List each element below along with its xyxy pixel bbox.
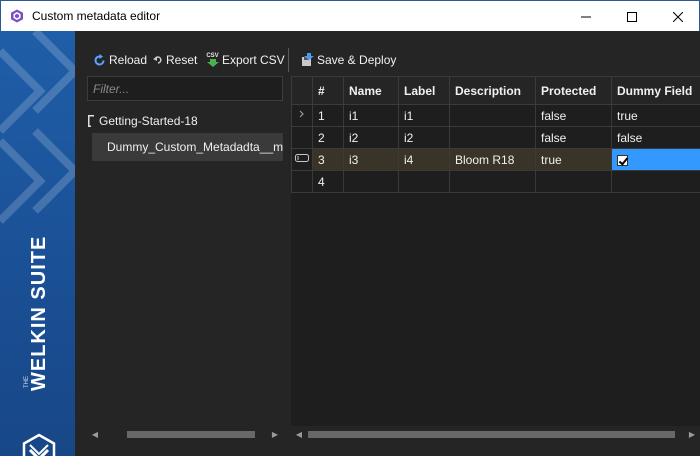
cell-number[interactable]: 4	[312, 170, 344, 193]
cell-number[interactable]: 2	[312, 126, 344, 149]
column-header-dummy-field[interactable]: Dummy Field	[611, 76, 700, 105]
cell-number[interactable]: 3	[312, 148, 344, 171]
edit-row-icon	[295, 154, 309, 162]
save-deploy-icon	[302, 53, 314, 66]
cell-name[interactable]: i2	[343, 126, 399, 149]
toolbar: Reload Reset CSV Export CSV Save & Deplo…	[75, 31, 700, 74]
export-csv-button[interactable]: CSV Export CSV	[206, 49, 285, 71]
maximize-button[interactable]	[609, 1, 655, 32]
org-icon	[88, 115, 94, 127]
reset-button[interactable]: Reset	[153, 49, 197, 71]
filter-input[interactable]	[87, 76, 283, 101]
table-row[interactable]: 1 i1 i1 false true	[291, 104, 700, 127]
metadata-grid: # Name Label Description Protected Dummy…	[291, 76, 700, 426]
records-table: # Name Label Description Protected Dummy…	[291, 76, 700, 193]
column-header-protected[interactable]: Protected	[535, 76, 612, 105]
toolbar-separator	[288, 48, 289, 72]
dummy-field-checkbox[interactable]	[617, 154, 628, 166]
cell-label[interactable]: i2	[398, 126, 450, 149]
row-indicator[interactable]	[291, 170, 313, 193]
scroll-thumb[interactable]	[127, 431, 255, 438]
metadata-tree-panel: Getting-Started-18 Dummy_Custom_Metadadt…	[87, 76, 283, 448]
table-row-editing[interactable]: 3 i3 i4 Bloom R18 true	[291, 148, 700, 171]
cell-dummy-field[interactable]: false	[611, 126, 700, 149]
cell-dummy-field[interactable]: true	[611, 104, 700, 127]
cell-label[interactable]	[398, 170, 450, 193]
row-indicator[interactable]	[291, 104, 313, 127]
csv-export-icon: CSV	[206, 53, 219, 68]
tree-child-label: Dummy_Custom_Metadadta__m	[107, 140, 283, 154]
undo-icon	[153, 56, 162, 64]
cell-name[interactable]	[343, 170, 399, 193]
chevron-right-icon	[299, 110, 304, 118]
cell-dummy-field[interactable]	[611, 148, 700, 171]
reset-label: Reset	[166, 53, 198, 67]
save-deploy-button[interactable]: Save & Deploy	[301, 49, 396, 71]
cell-label[interactable]: i1	[398, 104, 450, 127]
main-area: Reload Reset CSV Export CSV Save & Deplo…	[75, 31, 700, 456]
column-header-description[interactable]: Description	[449, 76, 536, 105]
tree-root-label: Getting-Started-18	[99, 114, 198, 128]
reload-icon	[94, 53, 105, 65]
row-indicator[interactable]	[291, 148, 313, 171]
brand-name: WELKIN SUITE	[28, 235, 50, 391]
welkin-logo-icon	[22, 433, 56, 456]
column-header-number[interactable]: #	[312, 76, 344, 105]
tree-horizontal-scrollbar[interactable]: ◀ ▶	[87, 426, 283, 442]
scroll-right-icon[interactable]: ▶	[267, 426, 283, 442]
minimize-icon	[581, 16, 591, 17]
minimize-button[interactable]	[563, 1, 609, 32]
cell-description[interactable]	[449, 126, 536, 149]
table-header-row: # Name Label Description Protected Dummy…	[291, 76, 700, 105]
cell-label[interactable]: i4	[398, 148, 450, 171]
column-header-name[interactable]: Name	[343, 76, 399, 105]
column-header-label[interactable]: Label	[398, 76, 450, 105]
tree-item-org[interactable]: Getting-Started-18	[87, 111, 198, 131]
export-csv-label: Export CSV	[222, 53, 285, 67]
scroll-left-icon[interactable]: ◀	[291, 426, 307, 442]
cell-description[interactable]: Bloom R18	[449, 148, 536, 171]
window-title: Custom metadata editor	[32, 9, 161, 23]
cell-description[interactable]	[449, 104, 536, 127]
cell-protected[interactable]: true	[535, 148, 612, 171]
tree-item-metadata-type[interactable]: Dummy_Custom_Metadadta__m	[92, 133, 283, 161]
save-deploy-label: Save & Deploy	[317, 53, 397, 67]
table-row-new[interactable]: 4	[291, 170, 700, 193]
scroll-left-icon[interactable]: ◀	[87, 426, 103, 442]
cell-dummy-field[interactable]	[611, 170, 700, 193]
cell-description[interactable]	[449, 170, 536, 193]
cell-protected[interactable]: false	[535, 126, 612, 149]
reload-label: Reload	[109, 53, 148, 67]
cell-name[interactable]: i1	[343, 104, 399, 127]
cell-protected[interactable]: false	[535, 104, 612, 127]
app-icon	[11, 9, 23, 23]
table-row[interactable]: 2 i2 i2 false false	[291, 126, 700, 149]
scroll-thumb[interactable]	[308, 431, 675, 438]
brand-pattern	[0, 31, 75, 224]
cell-protected[interactable]	[535, 170, 612, 193]
scroll-right-icon[interactable]: ▶	[684, 426, 700, 442]
reload-button[interactable]: Reload	[93, 49, 147, 71]
brand-sidebar: THE WELKIN SUITE	[0, 31, 75, 456]
row-indicator[interactable]	[291, 126, 313, 149]
close-button[interactable]	[655, 1, 700, 32]
close-icon	[673, 11, 683, 22]
row-header-corner	[291, 76, 313, 105]
grid-horizontal-scrollbar[interactable]: ◀ ▶	[291, 426, 700, 442]
cell-name[interactable]: i3	[343, 148, 399, 171]
cell-number[interactable]: 1	[312, 104, 344, 127]
title-bar: Custom metadata editor	[0, 0, 700, 31]
maximize-icon	[627, 11, 637, 22]
